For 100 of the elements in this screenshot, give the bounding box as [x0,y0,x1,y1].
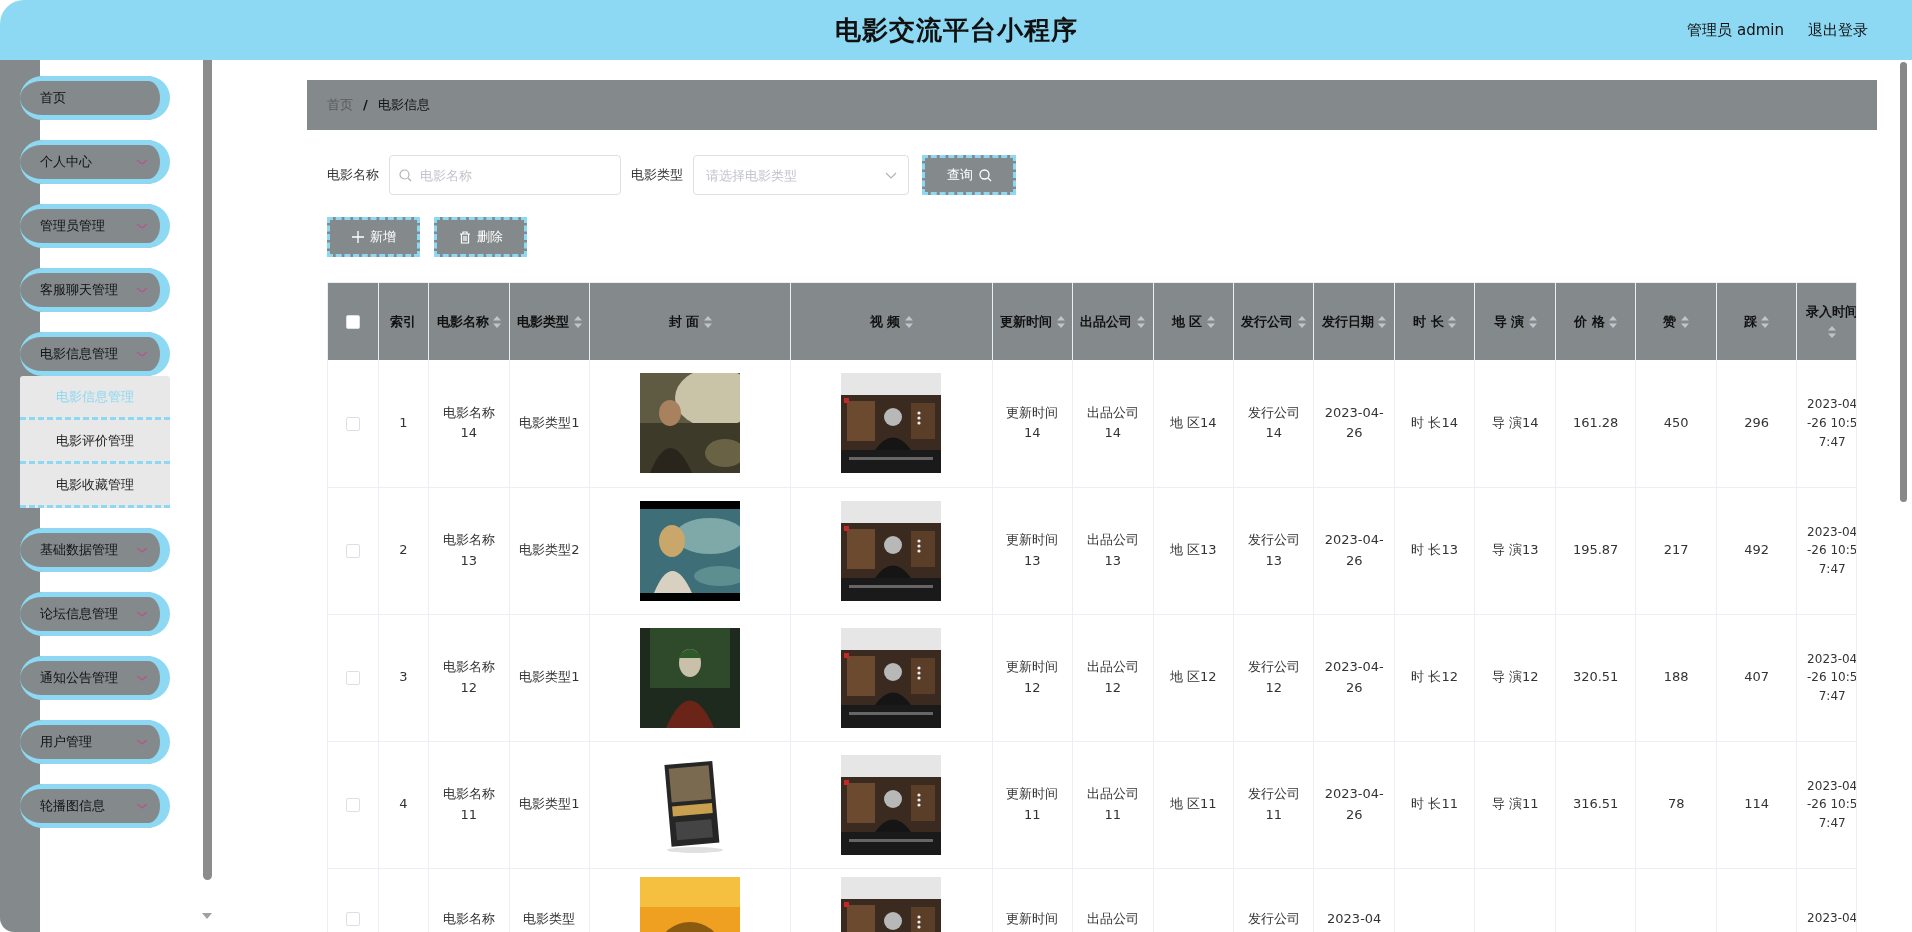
sort-icon[interactable] [1448,316,1457,329]
table-cell: 3 [399,669,408,685]
sort-icon[interactable] [904,316,913,329]
table-cell: 2023-04-26 [1324,659,1384,695]
logout-link[interactable]: 退出登录 [1808,18,1868,42]
chevron-down-icon [136,738,148,746]
sort-icon[interactable] [1378,316,1387,329]
sidebar-item[interactable]: 轮播图信息 [20,784,170,828]
add-button[interactable]: 新增 [327,217,420,257]
row-checkbox[interactable] [345,912,360,926]
column-header[interactable]: 电影类型 [509,283,590,360]
sort-icon[interactable] [1528,316,1537,329]
search-icon [978,168,992,182]
table-cell: 电影类型1 [519,415,580,431]
chevron-down-icon [136,674,148,682]
table-cell: 地 区11 [1169,796,1217,812]
sort-icon[interactable] [1761,316,1770,329]
submenu-item[interactable]: 电影收藏管理 [20,464,170,508]
table-cell: 出品公司12 [1086,659,1139,695]
select-field[interactable]: 请选择电影类型 [693,155,909,195]
table-cell: 导 演12 [1491,669,1539,685]
table-cell: 188 [1663,669,1689,685]
sidebar-item[interactable]: 首页 [20,76,170,120]
column-header[interactable]: 发行公司 [1233,283,1314,360]
plus-icon [351,231,364,243]
row-checkbox[interactable] [345,543,360,558]
table-cell: 2023-04-26 10:57:47 [1807,397,1856,449]
table-cell: 2023-04 [1327,910,1382,926]
sidebar-item[interactable]: 个人中心 [20,140,170,184]
sidebar-item[interactable]: 基础数据管理 [20,528,170,572]
row-checkbox[interactable] [345,670,360,685]
scroll-down-icon[interactable] [202,913,212,919]
sort-icon[interactable] [1680,316,1689,329]
table-cell: 电影名称13 [442,532,495,568]
sidebar-item[interactable]: 客服聊天管理 [20,268,170,312]
table-cell: 450 [1663,415,1689,431]
sort-icon[interactable] [1828,326,1837,338]
sort-icon[interactable] [1298,316,1306,329]
table-cell: 2 [399,542,408,558]
table-cell: 2023-04-26 [1324,532,1384,568]
sort-icon[interactable] [1137,316,1145,329]
table-cell: 时 长13 [1411,542,1459,558]
column-header[interactable]: 发行日期 [1313,283,1395,360]
column-header[interactable]: 价 格 [1555,283,1636,360]
table-cell: 2023-04-26 [1324,405,1384,441]
column-header[interactable]: 索引 [378,283,429,360]
sort-icon[interactable] [703,316,712,329]
sort-icon[interactable] [493,316,502,329]
field-label: 电影类型 [631,166,683,185]
trash-icon [458,230,471,244]
column-header[interactable]: 赞 [1635,283,1717,360]
sidebar-item[interactable]: 电影信息管理 [20,332,170,376]
query-button[interactable]: 查询 [922,155,1016,195]
column-header[interactable]: 视 频 [790,283,993,360]
sidebar-item[interactable]: 通知公告管理 [20,656,170,700]
chevron-down-icon [885,172,897,179]
submenu-item[interactable]: 电影评价管理 [20,420,170,464]
table-cell: 发行公司14 [1247,405,1300,441]
table-cell: 地 区14 [1169,415,1217,431]
row-checkbox[interactable] [345,416,360,431]
chevron-down-icon [136,286,148,294]
column-header[interactable]: 时 长 [1394,283,1475,360]
table-cell: 地 区13 [1169,542,1217,558]
sort-icon[interactable] [573,316,582,329]
table-cell: 出品公司13 [1086,532,1139,568]
table-cell: 78 [1667,796,1685,812]
admin-label: 管理员 admin [1687,19,1784,41]
column-header[interactable]: 踩 [1716,283,1797,360]
sort-icon[interactable] [1056,316,1065,329]
table-cell: 2023-04-26 10:57:47 [1807,651,1856,703]
table-cell: 导 演13 [1491,542,1539,558]
scrollbar[interactable] [203,60,212,880]
table-cell: 492 [1744,542,1770,558]
table-cell: 电影类型1 [519,796,580,812]
search-field[interactable]: 电影名称 [389,155,621,195]
sort-icon[interactable] [1206,316,1215,329]
row-checkbox[interactable] [345,797,360,812]
column-header[interactable]: 出品公司 [1072,283,1153,360]
table-cell: 电影类型1 [519,669,580,685]
delete-button[interactable]: 删除 [434,217,527,257]
table-cell: 316.51 [1572,796,1619,812]
sort-icon[interactable] [1609,316,1618,329]
chevron-down-icon [136,802,148,810]
column-header[interactable]: 导 演 [1474,283,1556,360]
column-header[interactable]: 地 区 [1153,283,1234,360]
table-cell: 出品公司 [1086,910,1139,926]
column-header[interactable]: 电影名称 [428,283,510,360]
chevron-down-icon [136,610,148,618]
table-cell: 导 演14 [1491,415,1539,431]
table-cell: 114 [1744,796,1770,812]
table-cell: 发行公司11 [1247,786,1300,822]
column-header[interactable]: 封 面 [589,283,791,360]
column-header[interactable]: 更新时间 [992,283,1073,360]
select-all-checkbox[interactable] [345,315,360,330]
table-cell: 195.87 [1572,542,1619,558]
scrollbar[interactable] [1900,62,1907,502]
table-cell: 电影名称11 [442,786,495,822]
sidebar-item[interactable]: 论坛信息管理 [20,592,170,636]
sidebar-item[interactable]: 管理员管理 [20,204,170,248]
sidebar-item[interactable]: 用户管理 [20,720,170,764]
